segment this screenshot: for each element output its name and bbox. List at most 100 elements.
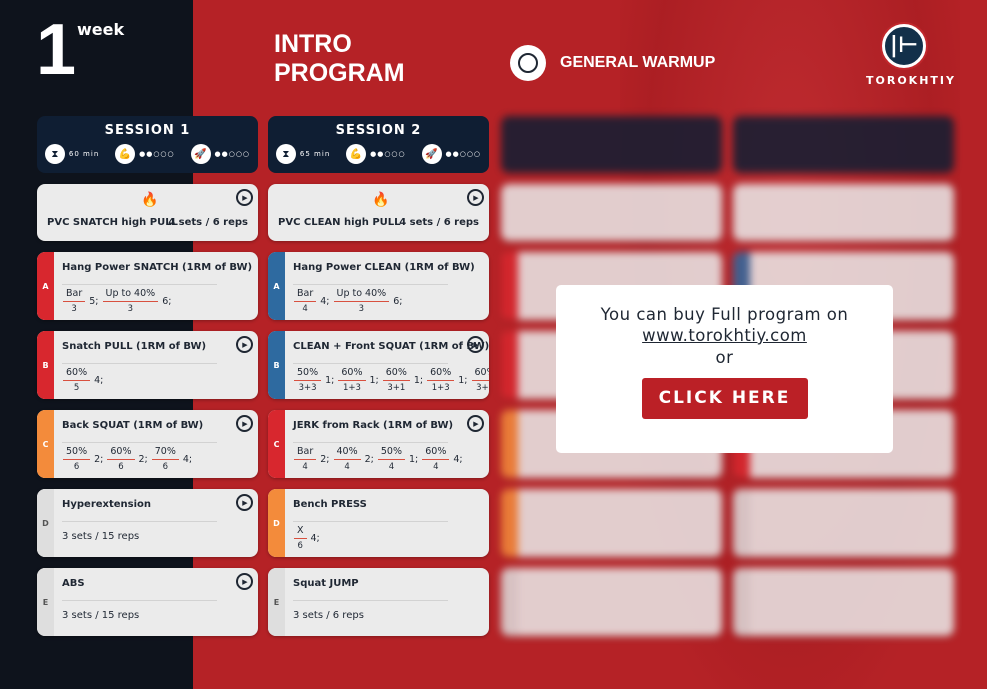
click-here-button[interactable]: CLICK HERE: [641, 378, 808, 419]
exercise-card[interactable]: C Back SQUAT (1RM of BW) ▶ 50% 6 2; 60% 6 2; 70% 6…: [37, 410, 258, 478]
exercise-card[interactable]: A Hang Power SNATCH (1RM of BW) Bar 3 5; Up t…: [37, 252, 258, 320]
play-video-icon[interactable]: ▶: [236, 189, 253, 206]
exercise-letter: E: [37, 568, 54, 636]
fraction-line: [294, 380, 322, 381]
exercise-name: Squat JUMP: [293, 578, 359, 589]
fraction-line: [63, 459, 91, 460]
exercise-name: CLEAN + Front SQUAT (1RM of BW): [293, 341, 489, 352]
locked-session-header: [733, 116, 954, 173]
exercise-strip: [733, 489, 750, 557]
divider: [293, 600, 448, 601]
load-fraction: 60% 3+1: [382, 367, 411, 393]
load-value: 40%: [336, 446, 358, 457]
load-value: Bar: [297, 446, 314, 457]
fire-icon: 🔥: [141, 192, 159, 208]
play-video-icon[interactable]: ▶: [467, 189, 484, 206]
session-header: SESSION 1 ⧗ 60 min 💪 ●●○○○ 🚀 ●●○○○: [37, 116, 258, 173]
load-value: Up to 40%: [336, 288, 387, 299]
reps-value: 6: [118, 462, 124, 472]
sets-value: 1;: [369, 374, 379, 386]
general-warmup-button[interactable]: ▶ GENERAL WARMUP: [510, 45, 715, 81]
load-fraction: Up to 40% 3: [102, 288, 160, 314]
play-video-icon[interactable]: ▶: [236, 336, 253, 353]
exercise-letter: E: [268, 568, 285, 636]
load-value: Bar: [297, 288, 314, 299]
reps-value: 4: [302, 462, 308, 472]
play-video-icon[interactable]: ▶: [467, 415, 484, 432]
session-column: SESSION 1 ⧗ 60 min 💪 ●●○○○ 🚀 ●●○○○ 🔥 ▶ PVC SNATCH…: [37, 116, 258, 636]
exercise-card[interactable]: D Hyperextension ▶ 3 sets / 15 reps: [37, 489, 258, 557]
load-fraction: 60% 1+3: [337, 367, 366, 393]
rocket-icon: 🚀: [421, 144, 442, 164]
fraction-line: [63, 380, 91, 381]
meta-value: ●●○○○: [370, 150, 406, 158]
meta-value: 65 min: [299, 150, 331, 158]
title-line: INTRO: [274, 30, 352, 58]
locked-exercise-card: [733, 489, 954, 557]
load-fraction: 60% 3+1: [471, 367, 490, 393]
fraction-line: [422, 459, 450, 460]
load-fraction: 40% 4: [333, 446, 362, 472]
website-link[interactable]: www.torokhtiy.com: [556, 326, 893, 345]
exercise-card[interactable]: B Snatch PULL (1RM of BW) ▶ 60% 5 4;: [37, 331, 258, 399]
reps-value: 4: [344, 462, 350, 472]
play-video-icon[interactable]: ▶: [236, 494, 253, 511]
divider: [293, 521, 448, 522]
exercise-name: Hang Power CLEAN (1RM of BW): [293, 262, 475, 273]
locked-exercise-card: [501, 568, 722, 636]
exercise-strip: [501, 252, 518, 320]
exercise-strip: [501, 410, 518, 478]
reps-value: 3+1: [387, 383, 406, 393]
exercise-card[interactable]: E Squat JUMP 3 sets / 6 reps: [268, 568, 489, 636]
prescription: X 6 4;: [293, 525, 320, 551]
program-title: INTRO PROGRAM: [274, 30, 405, 88]
play-video-icon[interactable]: ▶: [467, 336, 484, 353]
warmup-sets: 4 sets / 6 reps: [168, 217, 248, 228]
load-value: Up to 40%: [105, 288, 156, 299]
reps-value: 6: [73, 462, 80, 472]
sets-value: 4;: [94, 374, 104, 386]
sets-reps: 3 sets / 15 reps: [62, 531, 140, 542]
exercise-strip: [733, 568, 750, 636]
play-video-icon[interactable]: ▶: [236, 415, 253, 432]
fraction-line: [63, 301, 86, 302]
load-fraction: Up to 40% 3: [333, 288, 391, 314]
load-value: 50%: [66, 446, 88, 457]
load-value: 70%: [154, 446, 176, 457]
warmup-card[interactable]: 🔥 ▶ PVC SNATCH high PULL 4 sets / 6 reps: [37, 184, 258, 241]
locked-exercise-card: [501, 489, 722, 557]
purchase-popup: You can buy Full program on www.torokhti…: [556, 285, 893, 453]
session-title: SESSION 1: [104, 123, 191, 138]
sets-value: 4;: [320, 295, 330, 307]
warmup-card[interactable]: 🔥 ▶ PVC CLEAN high PULL 4 sets / 6 reps: [268, 184, 489, 241]
divider: [62, 284, 217, 285]
play-icon: ▶: [510, 45, 546, 81]
exercise-card[interactable]: C JERK from Rack (1RM of BW) ▶ Bar 4 2; 40% 4 2;…: [268, 410, 489, 478]
exercise-name: JERK from Rack (1RM of BW): [293, 420, 454, 431]
exercise-name: Snatch PULL (1RM of BW): [62, 341, 207, 352]
exercise-strip: [501, 331, 518, 399]
warmup-exercise-name: PVC SNATCH high PULL: [47, 217, 178, 228]
play-video-icon[interactable]: ▶: [236, 573, 253, 590]
reps-value: 1+3: [342, 383, 361, 393]
torokhtiy-logo[interactable]: |⊢ TOROKHTIY: [866, 24, 954, 87]
sets-value: 2;: [320, 453, 330, 465]
load-value: 60%: [474, 367, 490, 378]
exercise-card[interactable]: A Hang Power CLEAN (1RM of BW) Bar 4 4; Up to…: [268, 252, 489, 320]
muscle-icon: 💪: [346, 144, 367, 164]
sets-reps: 3 sets / 15 reps: [62, 610, 140, 621]
load-value: X: [297, 525, 304, 536]
week-number: 1: [36, 10, 77, 90]
exercise-letter: B: [37, 331, 54, 399]
fraction-line: [338, 380, 366, 381]
fraction-line: [294, 459, 317, 460]
load-fraction: 60% 1+3: [426, 367, 455, 393]
session-meta: ⧗ 65 min 💪 ●●○○○ 🚀 ●●○○○: [268, 144, 489, 164]
exercise-strip: [501, 489, 518, 557]
exercise-card[interactable]: E ABS ▶ 3 sets / 15 reps: [37, 568, 258, 636]
hourglass-icon: ⧗: [44, 144, 65, 164]
exercise-card[interactable]: D Bench PRESS X 6 4;: [268, 489, 489, 557]
exercise-card[interactable]: B CLEAN + Front SQUAT (1RM of BW) ▶ 50% 3+3 1…: [268, 331, 489, 399]
session-header: SESSION 2 ⧗ 65 min 💪 ●●○○○ 🚀 ●●○○○: [268, 116, 489, 173]
sets-value: 2;: [94, 453, 104, 465]
